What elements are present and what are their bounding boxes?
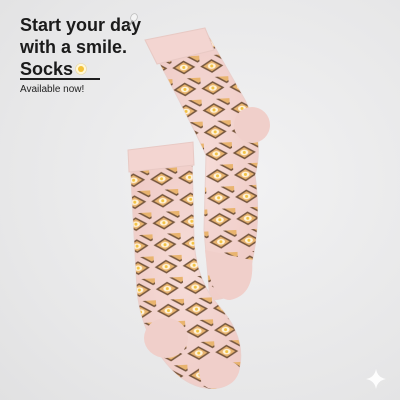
sparkle-icon <box>366 369 386 389</box>
socks-image <box>127 27 270 390</box>
